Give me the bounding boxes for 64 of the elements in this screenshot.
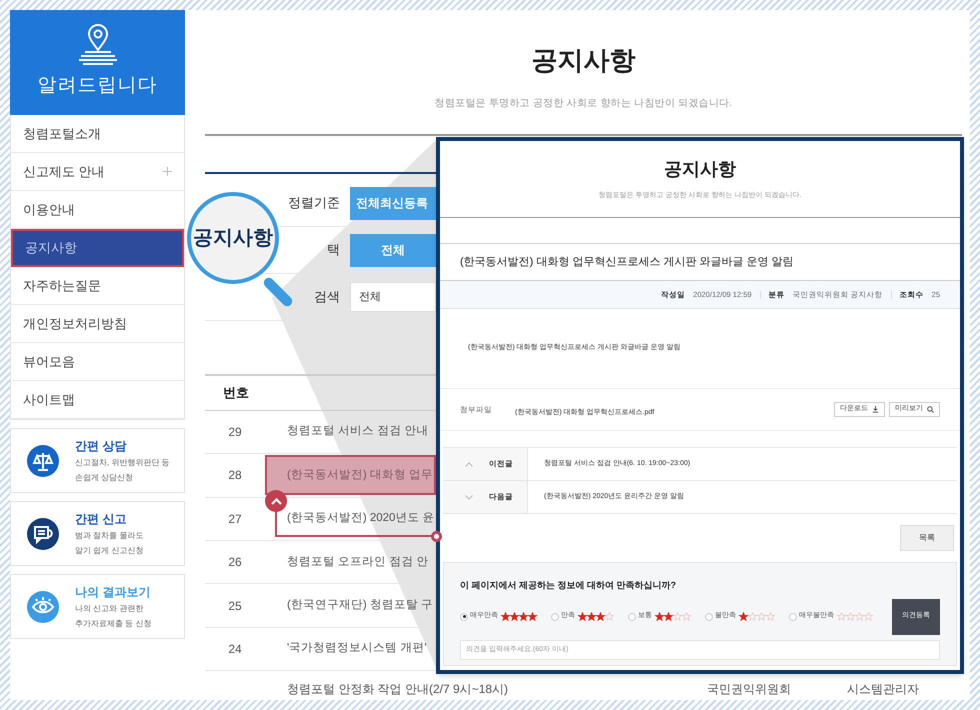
page-title: 공지사항 xyxy=(532,44,636,77)
card-description: 범과 절차를 몰라도 xyxy=(75,530,144,542)
sidebar-item-label: 뷰어모음 xyxy=(23,352,75,371)
sidebar-item[interactable]: 자주하는질문 xyxy=(11,267,184,305)
card-description: 신고절차, 위반행위판단 등 xyxy=(75,456,170,468)
sidebar-item-label: 이용안내 xyxy=(23,200,75,219)
card-description: 추가자료제출 등 신청 xyxy=(75,618,152,630)
row-number: 28 xyxy=(227,467,243,484)
row-title[interactable]: (한국동서발전) 2020년도 윤 xyxy=(265,498,436,539)
sidebar-item[interactable]: 사이트맵 xyxy=(11,381,184,419)
row-number: 25 xyxy=(227,598,243,615)
card-description: 알기 쉽게 신고신청 xyxy=(75,544,144,556)
row-title[interactable]: (한국연구재단) 청렴포탈 구 xyxy=(265,586,436,626)
card-title: 간편 신고 xyxy=(75,510,128,528)
search-select[interactable]: 전체 xyxy=(350,282,436,312)
row-number: 27 xyxy=(227,510,243,528)
chevron-down-icon xyxy=(465,494,473,500)
radio-button[interactable] xyxy=(705,612,713,620)
row-title[interactable]: 청렴포털 안정화 작업 안내(2/7 9시~18시) xyxy=(287,680,707,698)
row-number: 26 xyxy=(227,554,243,572)
sidebar-item[interactable]: 뷰어모음 xyxy=(11,343,184,381)
chevron-up-icon xyxy=(465,462,473,466)
sidebar-item-label: 사이트맵 xyxy=(23,390,75,409)
card-description: 손쉽게 상담신청 xyxy=(75,472,134,484)
magnified-text: 공지사항 xyxy=(193,226,273,251)
sidebar-item-label: 자주하는질문 xyxy=(23,276,101,295)
search-icon xyxy=(927,406,934,413)
survey-question: 이 페이지에서 제공하는 정보에 대하여 만족하십니까? xyxy=(460,579,677,592)
filter-label: 정렬기준 xyxy=(288,194,340,212)
download-icon xyxy=(872,406,879,413)
row-department: 국민권익위원회 xyxy=(707,681,792,698)
card-title: 간편 상담 xyxy=(75,438,128,454)
radio-button[interactable] xyxy=(551,612,559,620)
row-title[interactable]: 청렴포털 오프라인 점검 안 xyxy=(265,542,436,582)
row-number: 29 xyxy=(227,424,243,442)
card-description: 나의 신고와 관련한 xyxy=(75,602,144,614)
quick-service-card[interactable]: 나의 결과보기 나의 신고와 관련한 추가자료제출 등 신청 xyxy=(10,574,185,639)
sidebar-title: 알려드립니다 xyxy=(38,74,158,98)
filter-label: 택 xyxy=(327,241,340,260)
caret-icon xyxy=(270,498,282,504)
radio-button[interactable] xyxy=(628,612,636,620)
post-title: (한국동서발전) 대화형 업무혁신프로세스 게시판 와글바글 운영 알림 xyxy=(460,254,794,270)
column-header: 번호 xyxy=(222,384,250,402)
radio-button[interactable] xyxy=(789,612,797,620)
radio-button[interactable] xyxy=(460,612,468,620)
sidebar-item[interactable]: 개인정보처리방침 xyxy=(11,305,184,343)
list-button[interactable]: 목록 xyxy=(900,525,954,551)
row-title[interactable]: '국가청렴정보시스템 개편' xyxy=(265,628,436,669)
sidebar-item-label: 공지사항 xyxy=(25,239,77,258)
sidebar-item[interactable]: 신고제도 안내 xyxy=(11,153,184,191)
quick-service-card[interactable]: 간편 상담 신고절차, 위반행위판단 등 손쉽게 상담신청 xyxy=(10,428,185,493)
sidebar-item-label: 신고제도 안내 xyxy=(23,162,105,181)
quick-service-card[interactable]: 간편 신고 범과 절차를 몰라도 알기 쉽게 신고신청 xyxy=(10,501,185,566)
sidebar-item-label: 청렴포털소개 xyxy=(23,124,101,143)
filter-label: 검색 xyxy=(314,288,340,306)
page-subtitle: 청렴포털은 투명하고 공정한 사회로 향하는 나침반이 되겠습니다. xyxy=(434,96,732,111)
row-title[interactable]: 청렴포털 서비스 점검 안내 xyxy=(265,412,436,452)
card-title: 나의 결과보기 xyxy=(75,584,152,600)
row-number: 24 xyxy=(227,640,243,658)
row-author: 시스템관리자 xyxy=(847,681,919,698)
sidebar-item[interactable]: 청렴포털소개 xyxy=(11,115,184,153)
sidebar-item[interactable]: 공지사항 xyxy=(11,229,184,267)
sidebar-item-label: 개인정보처리방침 xyxy=(23,314,127,333)
detail-page-title: 공지사항 xyxy=(664,158,736,182)
